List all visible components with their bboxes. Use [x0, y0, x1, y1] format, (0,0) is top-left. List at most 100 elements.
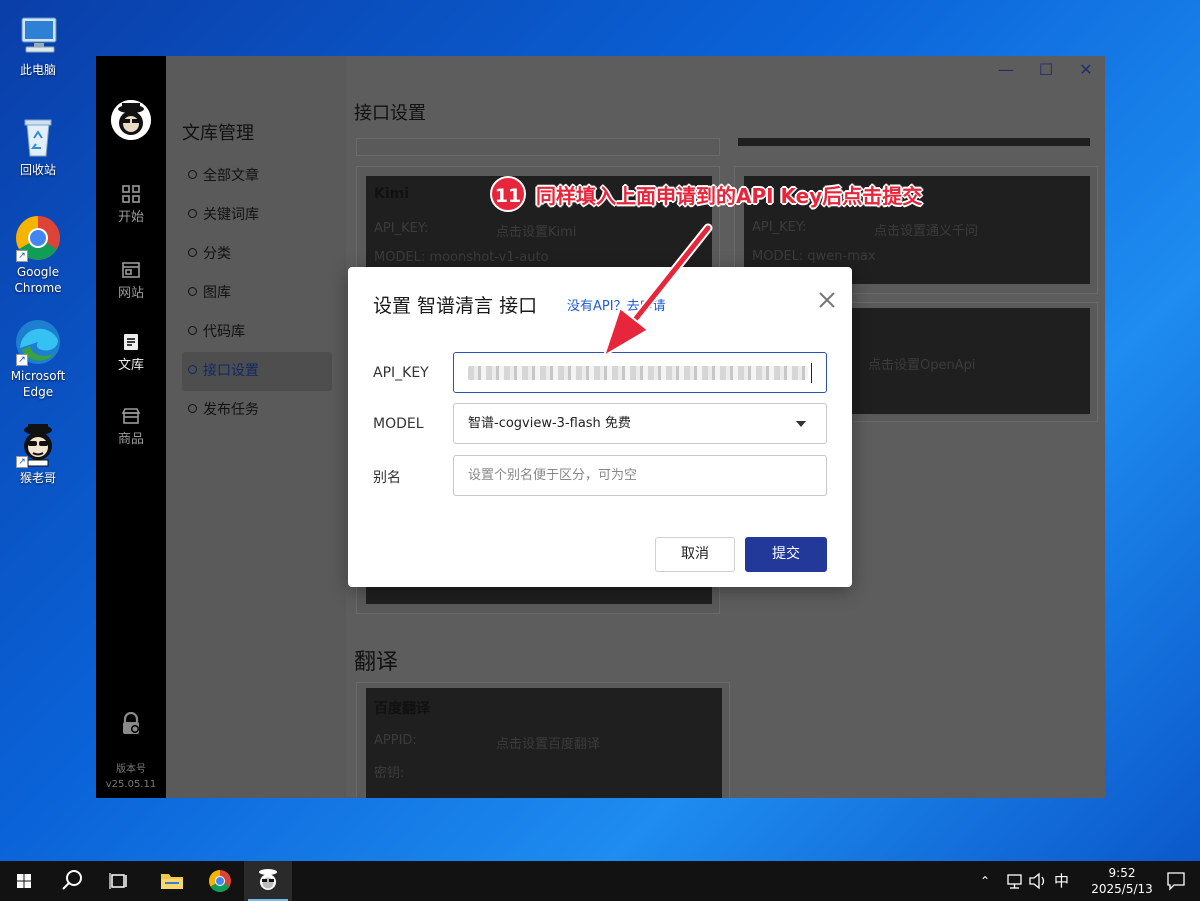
search-icon — [62, 870, 82, 890]
start-button[interactable] — [0, 861, 48, 901]
apply-api-link[interactable]: 没有API？去申请 — [567, 295, 666, 314]
rail-item-products[interactable]: 商品 — [96, 406, 166, 447]
taskbar: ⌃ 中 9:52 2025/5/13 — [0, 861, 1200, 901]
radio-dot-icon — [188, 404, 197, 413]
sidebar-item-label: 关键词库 — [203, 207, 259, 223]
shortcut-arrow-icon: ↗ — [16, 354, 28, 366]
sidebar-item-label: 图库 — [203, 285, 231, 301]
task-view-button[interactable] — [96, 861, 144, 901]
sidebar-item-code-library[interactable]: 代码库 — [182, 313, 332, 352]
submit-button[interactable]: 提交 — [745, 537, 827, 572]
sidebar-item-api-settings[interactable]: 接口设置 — [182, 352, 332, 391]
sidebar-item-categories[interactable]: 分类 — [182, 235, 332, 274]
desktop-icon-chrome[interactable]: ↗ Google Chrome — [0, 214, 76, 296]
document-icon — [121, 332, 141, 352]
radio-dot-icon — [188, 287, 197, 296]
clock[interactable]: 9:52 2025/5/13 — [1086, 865, 1158, 897]
chrome-icon: ↗ — [14, 214, 62, 262]
row-label: APPID: — [374, 733, 417, 748]
rail-item-label: 商品 — [117, 432, 144, 447]
model-label: MODEL — [373, 416, 424, 432]
ime-indicator[interactable]: 中 — [1054, 861, 1069, 901]
desktop-icon-label: 猴老哥 — [19, 471, 56, 485]
api-key-label: API_KEY — [373, 365, 429, 381]
translate-card-baidu[interactable]: 百度翻译 APPID: 点击设置百度翻译 密钥: — [366, 688, 722, 798]
rail-item-start[interactable]: 开始 — [96, 184, 166, 225]
text-caret — [811, 363, 812, 383]
sidebar-item-label: 分类 — [203, 246, 231, 262]
taskbar-file-explorer[interactable] — [148, 861, 196, 901]
sidebar-item-all-articles[interactable]: 全部文章 — [182, 157, 332, 196]
desktop-icon-label: 此电脑 — [19, 63, 56, 77]
version-value: v25.05.11 — [105, 779, 157, 790]
folder-icon — [161, 874, 183, 889]
dialog-title: 设置 智谱清言 接口 — [373, 295, 538, 317]
taskbar-chrome[interactable] — [196, 861, 244, 901]
card-row-api-key: API_KEY: 点击设置Kimi — [374, 221, 576, 240]
taskbar-monkey-app[interactable] — [244, 861, 292, 901]
card-title: Kimi — [374, 186, 410, 202]
monkey-app-icon — [259, 869, 277, 890]
step-instruction: 同样填入上面申请到的API Key后点击提交 — [536, 183, 923, 208]
sidebar-item-gallery[interactable]: 图库 — [182, 274, 332, 313]
window-controls: — ☐ ✕ — [997, 60, 1095, 79]
api-card-partial[interactable] — [738, 138, 1090, 146]
row-value: 点击设置OpenApi — [868, 358, 976, 373]
desktop-icon-monkey-app[interactable]: ↗ 猴老哥 — [0, 420, 76, 486]
notification-icon[interactable] — [1166, 861, 1186, 901]
lock-icon[interactable] — [120, 711, 142, 736]
row-label: API_KEY: — [374, 221, 429, 236]
close-window-icon[interactable]: ✕ — [1077, 60, 1095, 79]
sidebar: 文库管理 全部文章 关键词库 分类 图库 代码库 接口设置 发布任务 — [166, 56, 346, 798]
computer-icon — [14, 12, 62, 60]
desktop-icon-recycle-bin[interactable]: 回收站 — [0, 112, 76, 178]
alias-input[interactable] — [453, 455, 827, 496]
redacted-api-key — [468, 366, 808, 380]
card-row-api-key: API_KEY: 点击设置通义千问 — [752, 220, 978, 239]
sidebar-item-publish-tasks[interactable]: 发布任务 — [182, 391, 332, 430]
row-label: API_KEY: — [752, 220, 807, 235]
task-view-icon — [109, 873, 127, 889]
rail-item-label: 文库 — [117, 358, 144, 373]
close-icon[interactable] — [818, 291, 836, 309]
sidebar-item-label: 接口设置 — [203, 363, 259, 379]
sidebar-item-label: 全部文章 — [203, 168, 259, 184]
row-value: 点击设置Kimi — [496, 225, 577, 240]
card-row-model: MODEL: moonshot-v1-auto — [374, 250, 549, 265]
clock-date: 2025/5/13 — [1091, 882, 1153, 896]
sidebar-title: 文库管理 — [182, 123, 254, 144]
row-value: 点击设置通义千问 — [874, 224, 979, 239]
model-select[interactable]: 智谱-cogview-3-flash 免费 — [453, 403, 827, 444]
rail-item-label: 网站 — [117, 286, 144, 301]
grid-icon — [121, 184, 141, 204]
sidebar-item-keywords[interactable]: 关键词库 — [182, 196, 332, 235]
system-tray: ⌃ 中 9:52 2025/5/13 — [970, 861, 1200, 901]
api-settings-dialog: 设置 智谱清言 接口 没有API？去申请 API_KEY MODEL 智谱-co… — [348, 267, 852, 587]
radio-dot-icon — [188, 209, 197, 218]
step-number-badge: 11 — [490, 176, 526, 212]
rail-item-website[interactable]: 网站 — [96, 260, 166, 301]
monkey-app-icon: ↗ — [14, 420, 62, 468]
row-value: 点击设置百度翻译 — [496, 737, 601, 752]
desktop-icon-this-pc[interactable]: 此电脑 — [0, 12, 76, 78]
network-icon[interactable] — [1006, 861, 1024, 901]
minimize-icon[interactable]: — — [997, 60, 1015, 79]
maximize-icon[interactable]: ☐ — [1037, 60, 1055, 79]
shortcut-arrow-icon: ↗ — [16, 456, 28, 468]
chevron-up-icon[interactable]: ⌃ — [980, 861, 990, 901]
app-logo — [111, 100, 151, 140]
rail-item-library[interactable]: 文库 — [96, 332, 166, 373]
store-icon — [121, 406, 141, 426]
desktop-icon-edge[interactable]: ↗ Microsoft Edge — [0, 318, 76, 400]
api-key-input[interactable] — [453, 352, 827, 393]
search-button[interactable] — [48, 861, 96, 901]
alias-label: 别名 — [373, 470, 401, 486]
radio-dot-icon — [188, 365, 197, 374]
volume-icon[interactable] — [1028, 861, 1048, 901]
desktop-icon-label: Google Chrome — [14, 265, 62, 295]
shortcut-arrow-icon: ↗ — [16, 250, 28, 262]
left-rail: 开始 网站 文库 商品 版本号 v25.05.11 — [96, 56, 166, 798]
cancel-button[interactable]: 取消 — [655, 537, 735, 572]
sidebar-item-label: 代码库 — [203, 324, 245, 340]
radio-dot-icon — [188, 170, 197, 179]
